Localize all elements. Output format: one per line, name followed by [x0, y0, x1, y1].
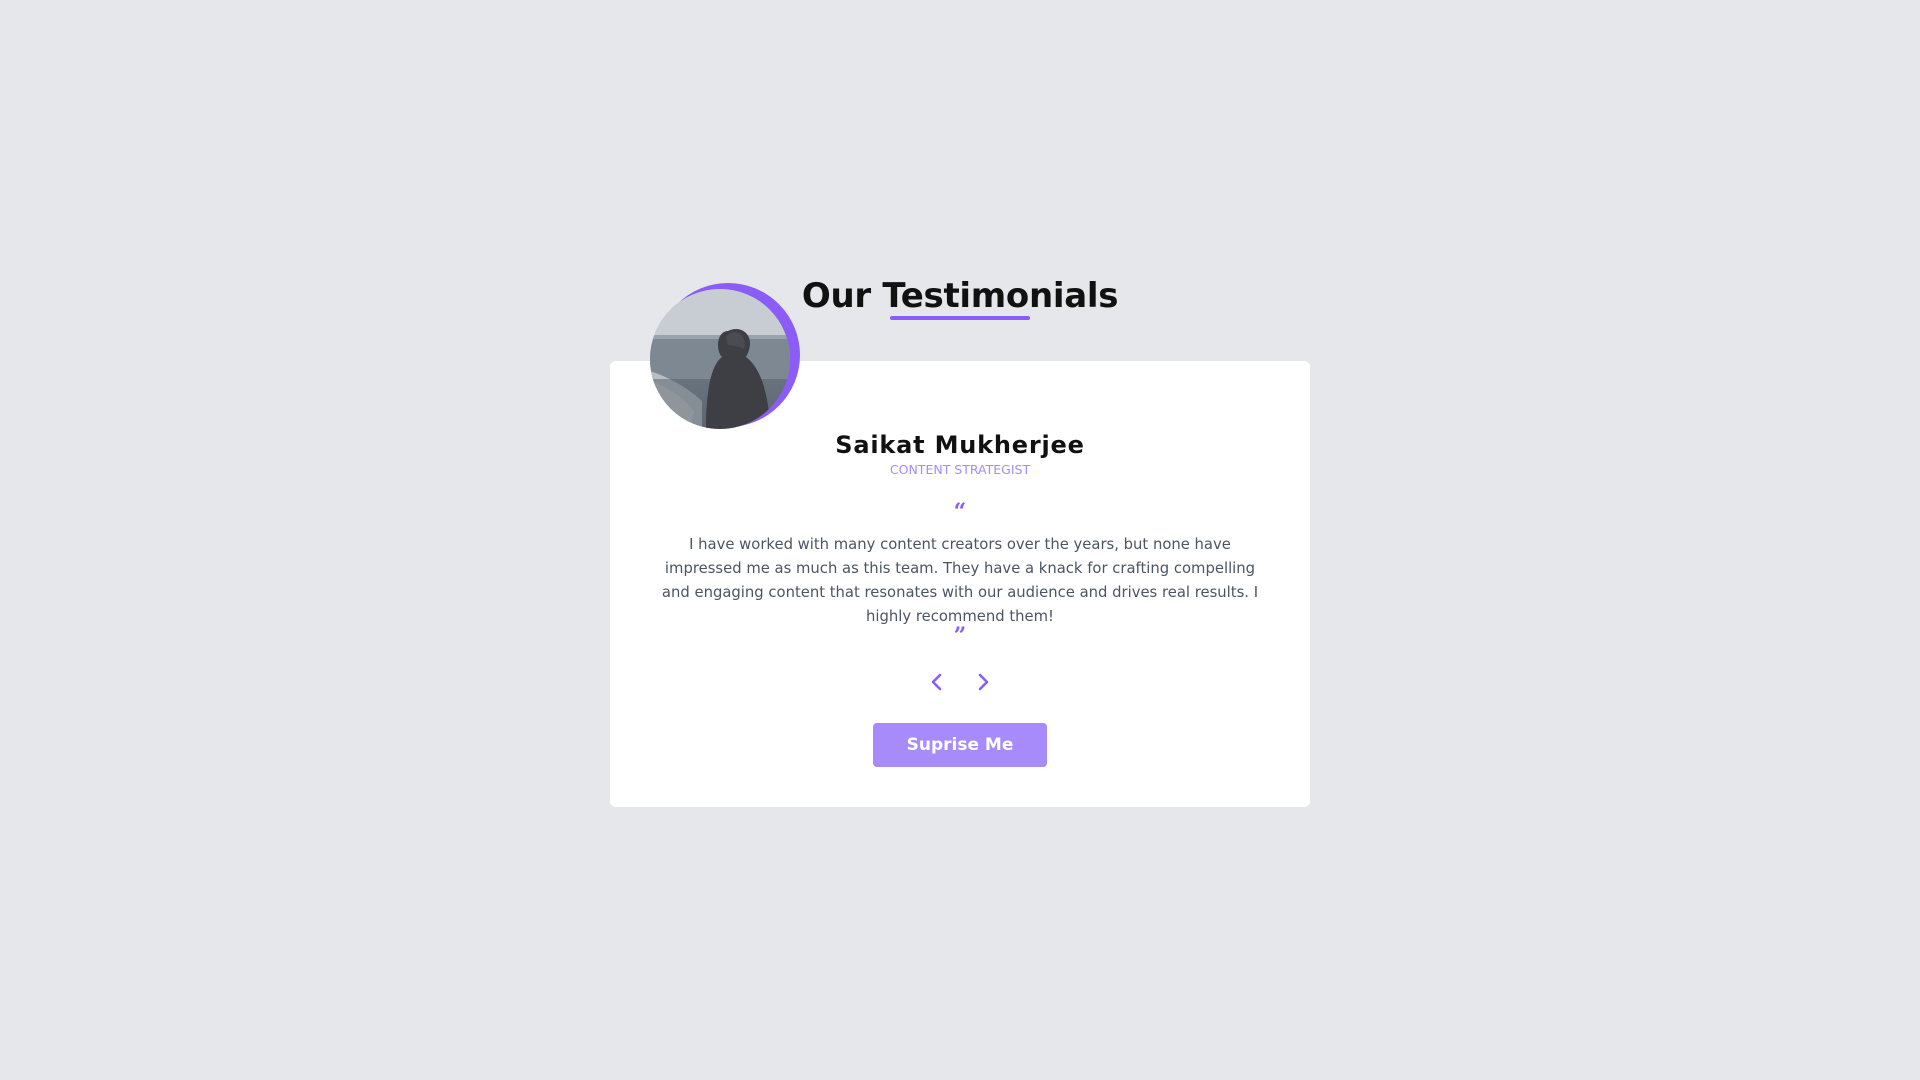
avatar: [650, 289, 790, 429]
next-button[interactable]: [969, 668, 997, 696]
testimonial-text: I have worked with many content creators…: [661, 536, 1259, 625]
person-photo-icon: [650, 289, 790, 429]
chevron-left-icon: [932, 673, 942, 691]
surprise-me-button[interactable]: Suprise Me: [873, 723, 1047, 767]
testimonial-nav: [610, 668, 1310, 696]
quote-open-icon: “: [953, 499, 967, 525]
chevron-right-icon: [978, 673, 988, 691]
reviewer-role: CONTENT STRATEGIST: [889, 462, 1031, 477]
quote-close-icon: ”: [953, 623, 967, 649]
page-title: Our Testimonials: [801, 276, 1119, 316]
prev-button[interactable]: [923, 668, 951, 696]
title-section: Our Testimonials: [0, 272, 1920, 320]
reviewer-name: Saikat Mukherjee: [835, 431, 1085, 459]
title-underline: [890, 316, 1030, 320]
